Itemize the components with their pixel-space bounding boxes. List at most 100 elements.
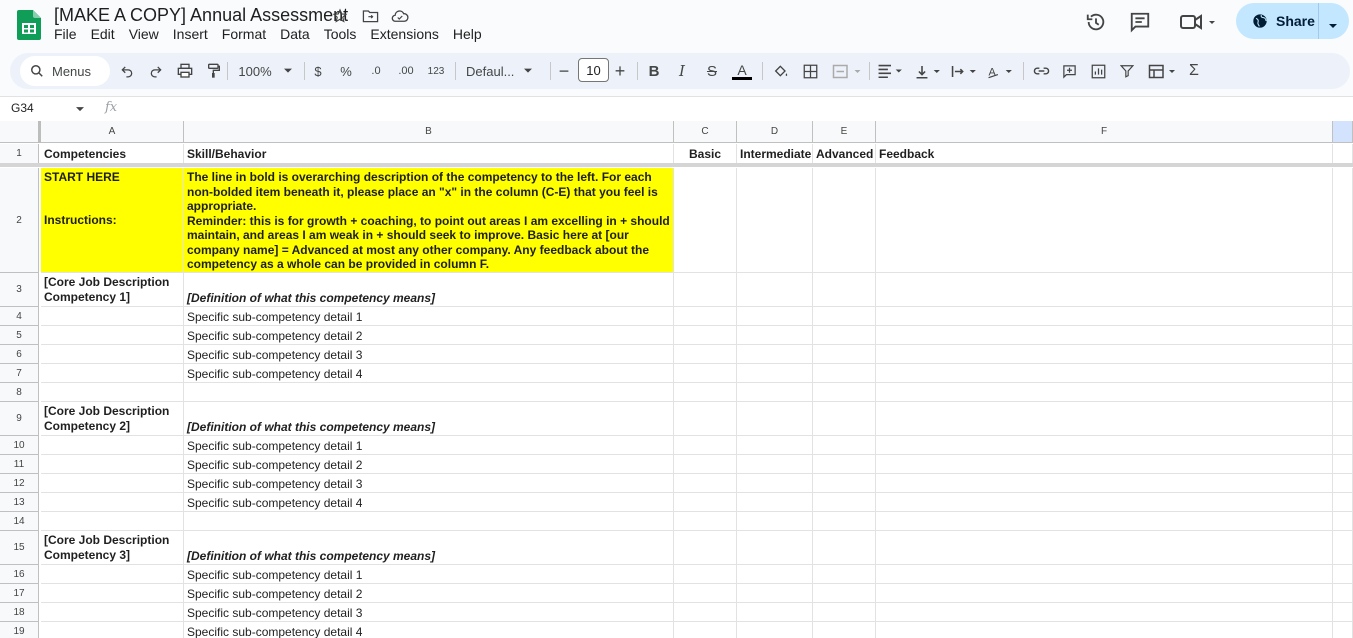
row-header[interactable]: 15 bbox=[0, 531, 39, 565]
cell-f8[interactable] bbox=[876, 383, 1333, 402]
cell-e7[interactable] bbox=[813, 364, 876, 383]
cell-c13[interactable] bbox=[674, 493, 737, 512]
comments-icon[interactable] bbox=[1128, 10, 1152, 34]
search-menus-button[interactable]: Menus bbox=[20, 56, 110, 86]
cell-c19[interactable] bbox=[674, 622, 737, 638]
cell-b14[interactable] bbox=[184, 512, 674, 531]
print-icon[interactable] bbox=[175, 61, 195, 81]
cell-f5[interactable] bbox=[876, 326, 1333, 345]
cell-e11[interactable] bbox=[813, 455, 876, 474]
cell-g16[interactable] bbox=[1333, 565, 1353, 584]
row-header[interactable]: 13 bbox=[0, 493, 39, 512]
row-header[interactable]: 18 bbox=[0, 603, 39, 622]
cell-g15[interactable] bbox=[1333, 531, 1353, 565]
cell-f14[interactable] bbox=[876, 512, 1333, 531]
cell-c14[interactable] bbox=[674, 512, 737, 531]
cell-e1[interactable]: Advanced bbox=[813, 144, 876, 164]
share-button[interactable]: Share bbox=[1236, 3, 1349, 39]
cell-g5[interactable] bbox=[1333, 326, 1353, 345]
cell-b12[interactable]: Specific sub-competency detail 3 bbox=[184, 474, 674, 493]
more-formats-button[interactable]: 123 bbox=[424, 61, 448, 81]
paint-format-icon[interactable] bbox=[204, 61, 224, 81]
cell-d7[interactable] bbox=[737, 364, 813, 383]
row-header[interactable]: 11 bbox=[0, 455, 39, 474]
cell-d6[interactable] bbox=[737, 345, 813, 364]
insert-chart-icon[interactable] bbox=[1088, 61, 1108, 81]
cell-d4[interactable] bbox=[737, 307, 813, 326]
text-color-icon[interactable]: A bbox=[731, 61, 753, 81]
italic-icon[interactable]: I bbox=[674, 61, 690, 81]
cell-a12[interactable] bbox=[41, 474, 184, 493]
row-header[interactable]: 5 bbox=[0, 326, 39, 345]
row-header[interactable]: 14 bbox=[0, 512, 39, 531]
cell-b9[interactable]: [Definition of what this competency mean… bbox=[184, 402, 674, 436]
cell-b3[interactable]: [Definition of what this competency mean… bbox=[184, 273, 674, 307]
fill-color-icon[interactable] bbox=[770, 61, 792, 81]
column-header-e[interactable]: E bbox=[813, 121, 876, 143]
percent-format-button[interactable]: % bbox=[338, 61, 354, 81]
menu-file[interactable]: File bbox=[54, 26, 77, 42]
cell-d8[interactable] bbox=[737, 383, 813, 402]
cell-b13[interactable]: Specific sub-competency detail 4 bbox=[184, 493, 674, 512]
cell-b19[interactable]: Specific sub-competency detail 4 bbox=[184, 622, 674, 638]
meet-video-icon[interactable] bbox=[1178, 10, 1218, 34]
cell-c5[interactable] bbox=[674, 326, 737, 345]
column-header-f[interactable]: F bbox=[876, 121, 1333, 143]
cell-f6[interactable] bbox=[876, 345, 1333, 364]
cell-e9[interactable] bbox=[813, 402, 876, 436]
row-header[interactable]: 19 bbox=[0, 622, 39, 638]
menu-tools[interactable]: Tools bbox=[324, 26, 357, 42]
cell-a5[interactable] bbox=[41, 326, 184, 345]
cell-a11[interactable] bbox=[41, 455, 184, 474]
cell-f3[interactable] bbox=[876, 273, 1333, 307]
menu-view[interactable]: View bbox=[129, 26, 159, 42]
cell-d11[interactable] bbox=[737, 455, 813, 474]
font-size-input[interactable]: 10 bbox=[578, 58, 609, 82]
cell-e13[interactable] bbox=[813, 493, 876, 512]
cell-d19[interactable] bbox=[737, 622, 813, 638]
cell-c6[interactable] bbox=[674, 345, 737, 364]
cloud-status-icon[interactable] bbox=[390, 6, 410, 26]
menu-data[interactable]: Data bbox=[280, 26, 310, 42]
cell-d16[interactable] bbox=[737, 565, 813, 584]
cell-b5[interactable]: Specific sub-competency detail 2 bbox=[184, 326, 674, 345]
name-box-dropdown-icon[interactable] bbox=[76, 107, 84, 112]
cell-f12[interactable] bbox=[876, 474, 1333, 493]
cell-e4[interactable] bbox=[813, 307, 876, 326]
frozen-row-divider[interactable] bbox=[0, 163, 1353, 167]
cell-c11[interactable] bbox=[674, 455, 737, 474]
borders-icon[interactable] bbox=[800, 61, 820, 81]
name-box[interactable]: G34 bbox=[11, 101, 34, 115]
cell-f18[interactable] bbox=[876, 603, 1333, 622]
cell-g12[interactable] bbox=[1333, 474, 1353, 493]
cell-d2[interactable] bbox=[737, 168, 813, 273]
cell-d14[interactable] bbox=[737, 512, 813, 531]
star-icon[interactable] bbox=[330, 6, 350, 26]
row-header[interactable]: 16 bbox=[0, 565, 39, 584]
cell-d17[interactable] bbox=[737, 584, 813, 603]
menu-edit[interactable]: Edit bbox=[91, 26, 115, 42]
cell-g10[interactable] bbox=[1333, 436, 1353, 455]
cell-d12[interactable] bbox=[737, 474, 813, 493]
cell-b16[interactable]: Specific sub-competency detail 1 bbox=[184, 565, 674, 584]
cell-d9[interactable] bbox=[737, 402, 813, 436]
functions-icon[interactable]: Σ bbox=[1185, 61, 1203, 81]
cell-e17[interactable] bbox=[813, 584, 876, 603]
merge-cells-icon[interactable] bbox=[830, 61, 864, 81]
row-header[interactable]: 17 bbox=[0, 584, 39, 603]
menu-help[interactable]: Help bbox=[453, 26, 482, 42]
cell-f4[interactable] bbox=[876, 307, 1333, 326]
cell-b15[interactable]: [Definition of what this competency mean… bbox=[184, 531, 674, 565]
decrease-decimal-button[interactable]: .0 bbox=[365, 61, 387, 81]
cell-e8[interactable] bbox=[813, 383, 876, 402]
cell-a10[interactable] bbox=[41, 436, 184, 455]
cell-g14[interactable] bbox=[1333, 512, 1353, 531]
cell-b6[interactable]: Specific sub-competency detail 3 bbox=[184, 345, 674, 364]
row-header[interactable]: 2 bbox=[0, 168, 39, 273]
cell-f2[interactable] bbox=[876, 168, 1333, 273]
cell-d18[interactable] bbox=[737, 603, 813, 622]
column-header-g[interactable] bbox=[1333, 121, 1353, 143]
cell-c17[interactable] bbox=[674, 584, 737, 603]
cell-a6[interactable] bbox=[41, 345, 184, 364]
cell-g17[interactable] bbox=[1333, 584, 1353, 603]
